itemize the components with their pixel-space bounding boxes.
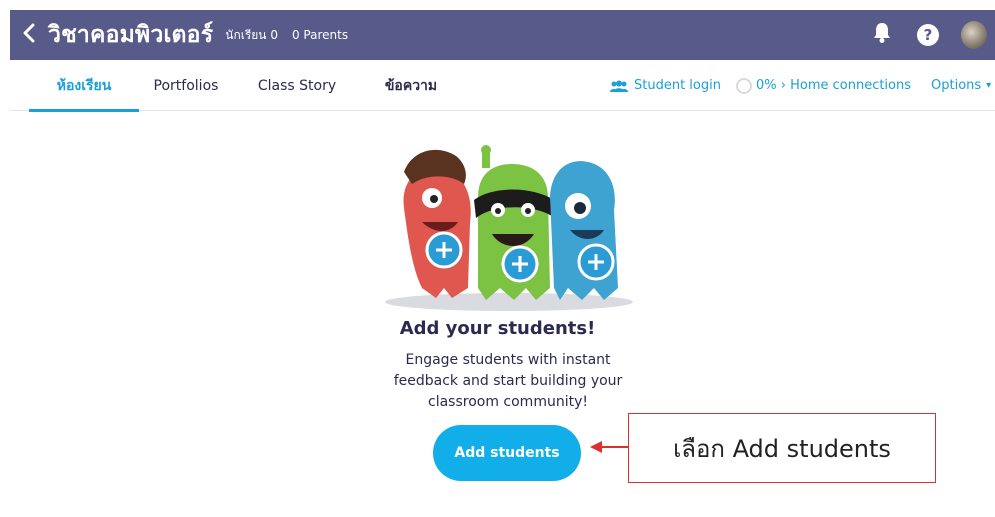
- help-button[interactable]: ?: [915, 22, 941, 48]
- tab-class-story[interactable]: Class Story: [250, 60, 344, 111]
- main-content: Add your students! Engage students with …: [10, 112, 995, 517]
- instruction-callout: เลือก Add students: [628, 413, 936, 483]
- student-login-link[interactable]: Student login: [610, 60, 721, 111]
- empty-state-description: Engage students with instant feedback an…: [393, 352, 623, 410]
- monsters-illustration: [385, 145, 633, 311]
- profile-button[interactable]: [961, 21, 987, 49]
- tab-bar: ห้องเรียน Portfolios Class Story ข้อความ…: [10, 60, 995, 112]
- home-connections-label: 0% › Home connections: [756, 78, 912, 93]
- tab-portfolios[interactable]: Portfolios: [144, 60, 228, 111]
- back-button[interactable]: [14, 10, 44, 60]
- chevron-left-icon: [22, 23, 36, 47]
- empty-state-heading: Add your students!: [399, 318, 596, 339]
- bell-icon: [872, 22, 892, 48]
- students-count[interactable]: นักเรียน 0: [225, 26, 278, 45]
- student-login-label: Student login: [634, 78, 721, 93]
- tab-messages[interactable]: ข้อความ: [372, 60, 450, 111]
- avatar: [961, 21, 987, 49]
- parents-count[interactable]: 0 Parents: [292, 28, 348, 42]
- progress-ring-icon: [736, 77, 752, 94]
- tab-classroom[interactable]: ห้องเรียน: [29, 60, 139, 112]
- notifications-button[interactable]: [869, 22, 895, 48]
- class-title[interactable]: วิชาคอมพิวเตอร์: [48, 17, 213, 53]
- question-icon: ?: [917, 24, 939, 46]
- add-students-button[interactable]: Add students: [433, 425, 581, 481]
- top-header: วิชาคอมพิวเตอร์ นักเรียน 0 0 Parents ?: [10, 10, 995, 60]
- home-connections-link[interactable]: 0% › Home connections: [736, 60, 911, 111]
- students-group-icon: [610, 80, 628, 92]
- options-menu[interactable]: Options ▾: [931, 60, 991, 111]
- caret-down-icon: ▾: [986, 80, 992, 91]
- options-label: Options: [931, 78, 982, 93]
